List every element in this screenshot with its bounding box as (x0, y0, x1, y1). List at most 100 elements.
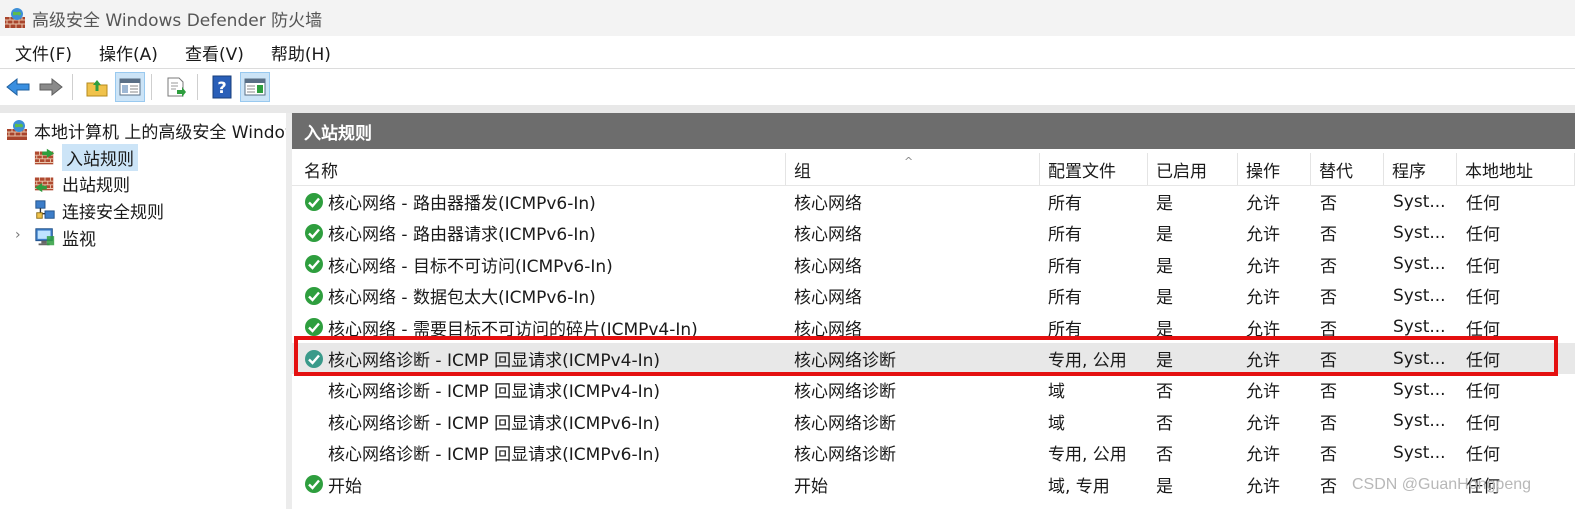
table-row[interactable]: 核心网络 - 路由器请求(ICMPv6-In) 核心网络 所有 是 允许 否 Syst...… (292, 217, 1575, 248)
help-button[interactable]: ? (207, 72, 237, 102)
cell-override: 否 (1320, 249, 1384, 280)
cell-program: Syst... (1393, 249, 1457, 280)
cell-local-address-text: 任何 (1466, 225, 1500, 246)
table-row[interactable]: 核心网络 - 数据包太大(ICMPv6-In) 核心网络 所有 是 允许 否 Syst...… (292, 280, 1575, 311)
cell-profile: 所有 (1048, 280, 1148, 311)
cell-group-text: 核心网络诊断 (794, 351, 896, 371)
cell-local-address-text: 任何 (1466, 445, 1500, 466)
cell-program-text: Syst... (1393, 222, 1446, 243)
column-header-override[interactable]: 替代 (1311, 153, 1384, 185)
cell-override-text: 否 (1320, 476, 1337, 497)
cell-action-text: 允许 (1246, 225, 1280, 246)
chevron-right-icon[interactable]: › (15, 227, 21, 243)
cell-program: Syst... (1393, 186, 1457, 217)
column-header-program[interactable]: 程序 (1384, 153, 1457, 185)
forward-button[interactable] (36, 72, 66, 102)
cell-group-text: 核心网络 (794, 288, 862, 309)
cell-enabled: 否 (1156, 374, 1238, 405)
column-header-name[interactable]: 名称 (296, 153, 786, 185)
cell-action: 允许 (1246, 406, 1311, 437)
cell-override-text: 否 (1320, 445, 1337, 466)
cell-program: Syst... (1393, 437, 1457, 468)
cell-local-address-text: 任何 (1466, 351, 1500, 371)
cell-enabled: 否 (1156, 406, 1238, 437)
cell-profile: 所有 (1048, 186, 1148, 217)
cell-local-address: 任何 (1466, 312, 1566, 343)
column-header-action[interactable]: 操作 (1238, 153, 1311, 185)
firewall-window: 高级安全 Windows Defender 防火墙 文件(F) 操作(A) 查看… (0, 0, 1575, 509)
toolbar-separator (72, 74, 73, 100)
export-list-button[interactable] (161, 72, 191, 102)
tree-item-outbound-rules[interactable]: 出站规则 (34, 170, 130, 196)
cell-action-text: 允许 (1246, 476, 1280, 497)
cell-profile-text: 域 (1048, 413, 1065, 434)
cell-action-text: 允许 (1246, 194, 1280, 214)
tree-item-connection-security[interactable]: 连接安全规则 (34, 197, 164, 223)
table-row[interactable]: 核心网络诊断 - ICMP 回显请求(ICMPv6-In) 核心网络诊断 专用, 公… (292, 437, 1575, 468)
cell-profile-text: 所有 (1048, 194, 1082, 214)
cell-group: 核心网络 (794, 249, 1040, 280)
cell-profile-text: 域, 专用 (1048, 476, 1110, 497)
cell-enabled-text: 是 (1156, 476, 1173, 497)
table-row[interactable]: 核心网络 - 目标不可访问(ICMPv6-In) 核心网络 所有 是 允许 否 Syst..… (292, 249, 1575, 280)
column-header-local-address[interactable]: 本地地址 (1457, 153, 1575, 185)
cell-profile: 域 (1048, 406, 1148, 437)
cell-name-text: 核心网络诊断 - ICMP 回显请求(ICMPv6-In) (328, 445, 661, 466)
cell-override-text: 否 (1320, 382, 1337, 403)
rule-enabled-check-icon (305, 286, 323, 305)
cell-action: 允许 (1246, 312, 1311, 343)
cell-name: 开始 (304, 469, 784, 500)
toolbar-separator (197, 74, 198, 100)
cell-action-text: 允许 (1246, 288, 1280, 309)
cell-name-text: 核心网络诊断 - ICMP 回显请求(ICMPv6-In) (328, 413, 661, 434)
cell-override: 否 (1320, 186, 1384, 217)
cell-action: 允许 (1246, 249, 1311, 280)
cell-profile-text: 所有 (1048, 288, 1082, 309)
cell-name-text: 核心网络 - 路由器请求(ICMPv6-In) (328, 225, 596, 246)
tree-root[interactable]: 本地计算机 上的高级安全 Windows Defender 防火墙 (6, 117, 286, 143)
table-row[interactable]: 核心网络 - 需要目标不可访问的碎片(ICMPv4-In) 核心网络 所有 是 允许 否 S… (292, 312, 1575, 343)
show-hide-tree-button[interactable] (115, 72, 145, 102)
cell-override-text: 否 (1320, 194, 1337, 214)
menu-file[interactable]: 文件(F) (0, 40, 84, 65)
window-title: 高级安全 Windows Defender 防火墙 (32, 10, 323, 31)
cell-name-text: 核心网络 - 需要目标不可访问的碎片(ICMPv4-In) (328, 319, 698, 340)
tree-item-monitoring[interactable]: 监视 (34, 224, 96, 250)
rule-enabled-check-icon (305, 349, 323, 368)
column-header-enabled[interactable]: 已启用 (1148, 153, 1238, 185)
table-row[interactable]: 核心网络诊断 - ICMP 回显请求(ICMPv4-In) 核心网络诊断 域 否 允许 否… (292, 374, 1575, 405)
table-row[interactable]: 核心网络诊断 - ICMP 回显请求(ICMPv6-In) 核心网络诊断 域 否 允许 否… (292, 406, 1575, 437)
cell-group-text: 核心网络诊断 (794, 413, 896, 434)
table-row[interactable]: 核心网络诊断 - ICMP 回显请求(ICMPv4-In) 核心网络诊断 专用, 公… (292, 343, 1575, 374)
show-hide-action-pane-icon (244, 78, 266, 96)
menu-view[interactable]: 查看(V) (170, 40, 256, 65)
cell-group-text: 核心网络 (794, 225, 862, 246)
column-header-group[interactable]: 组 (786, 153, 1040, 185)
cell-enabled-text: 否 (1156, 413, 1173, 434)
tree-item-label: 入站规则 (62, 143, 138, 171)
cell-action: 允许 (1246, 343, 1311, 374)
column-header-profile[interactable]: 配置文件 (1040, 153, 1148, 185)
cell-enabled-text: 是 (1156, 288, 1173, 309)
cell-enabled-text: 否 (1156, 382, 1173, 403)
cell-action-text: 允许 (1246, 319, 1280, 340)
menu-help[interactable]: 帮助(H) (256, 40, 343, 65)
cell-name-text: 核心网络诊断 - ICMP 回显请求(ICMPv4-In) (328, 351, 661, 371)
back-button[interactable] (3, 72, 33, 102)
back-icon (6, 77, 30, 97)
rule-disabled-icon (304, 380, 324, 400)
cell-name: 核心网络 - 数据包太大(ICMPv6-In) (304, 280, 784, 311)
cell-profile: 专用, 公用 (1048, 437, 1148, 468)
cell-local-address-text: 任何 (1466, 256, 1500, 277)
cell-action-text: 允许 (1246, 413, 1280, 434)
show-hide-action-pane-button[interactable] (240, 72, 270, 102)
up-folder-button[interactable] (82, 72, 112, 102)
cell-name-text: 核心网络 - 目标不可访问(ICMPv6-In) (328, 256, 613, 277)
connection-security-icon (34, 199, 56, 221)
cell-program-text: Syst... (1393, 411, 1446, 432)
cell-group-text: 核心网络 (794, 194, 862, 214)
menu-action[interactable]: 操作(A) (84, 40, 170, 65)
tree-item-inbound-rules[interactable]: 入站规则 (34, 143, 138, 171)
table-row[interactable]: 核心网络 - 路由器播发(ICMPv6-In) 核心网络 所有 是 允许 否 Syst...… (292, 186, 1575, 217)
rule-enabled-check-icon (305, 192, 323, 211)
